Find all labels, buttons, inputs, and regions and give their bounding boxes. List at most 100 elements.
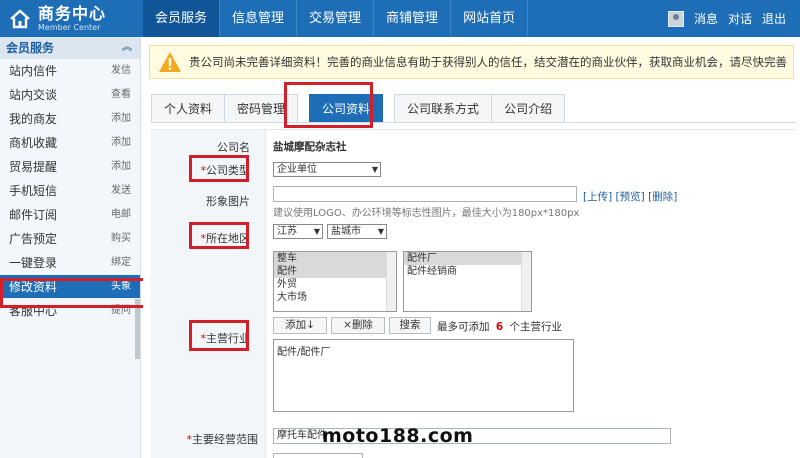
business-scope-value: 摩托车配件 (277, 430, 327, 441)
scrollbar[interactable] (386, 252, 396, 311)
sidebar-item-action[interactable]: 查看 (111, 83, 131, 107)
sidebar-item-label: 邮件订阅 (9, 208, 58, 222)
chevron-up-icon[interactable]: ︽ (122, 37, 132, 59)
sidebar-item-action[interactable]: 电邮 (111, 203, 131, 227)
preview-link[interactable]: [预览] (616, 191, 645, 203)
tab-company-contact[interactable]: 公司联系方式 (394, 94, 493, 122)
sidebar-item-action[interactable]: 绑定 (111, 251, 131, 275)
sidebar-item-trade-alert[interactable]: 贸易提醒 添加 (0, 155, 140, 179)
dropdown-arrow-icon: ▼ (371, 165, 378, 174)
logo[interactable]: 商务中心 Member Center (0, 0, 140, 37)
sidebar-scrollbar[interactable] (135, 299, 140, 359)
nav-info-management[interactable]: 信息管理 (220, 0, 298, 37)
sidebar-item-site-mail[interactable]: 站内信件 发信 (0, 59, 140, 83)
home-icon (10, 8, 30, 28)
next-field-input[interactable] (273, 453, 363, 458)
sidebar-item-action[interactable]: 添加 (111, 131, 131, 155)
notice-text: 贵公司尚未完善详细资料！完善的商业信息有助于获得别人的信任，结交潜在的商业伙伴，… (189, 55, 787, 69)
list-item[interactable]: 配件厂 (404, 252, 531, 265)
sidebar-item-mail-subscribe[interactable]: 邮件订阅 电邮 (0, 203, 140, 227)
sidebar-item-customer-service[interactable]: 客服中心 提问 (0, 299, 140, 323)
search-industry-button[interactable]: 搜索 (389, 317, 431, 334)
tab-personal-info[interactable]: 个人资料 (151, 94, 226, 122)
delete-image-link[interactable]: [删除] (648, 191, 677, 203)
sidebar-item-label: 客服中心 (9, 304, 58, 318)
industry-subcategory-list[interactable]: 配件厂 配件经销商 (403, 251, 532, 312)
sidebar-item-action[interactable]: 头象 (111, 275, 131, 299)
logout-link[interactable]: 退出 (762, 10, 786, 27)
sidebar-header[interactable]: 会员服务 ︽ (0, 37, 140, 59)
tab-company-intro[interactable]: 公司介绍 (491, 94, 566, 122)
max-suffix: 个主营行业 (509, 321, 563, 333)
selected-industry-textarea[interactable]: 配件/配件厂 (273, 339, 574, 412)
sidebar-item-label: 一键登录 (9, 256, 58, 270)
sidebar-item-favorites[interactable]: 商机收藏 添加 (0, 131, 140, 155)
business-scope-label-text: 主要经营范围 (192, 433, 258, 446)
nav-trade-management[interactable]: 交易管理 (297, 0, 375, 37)
company-type-label: *公司类型 (200, 164, 251, 177)
list-item[interactable]: 配件 (274, 265, 396, 278)
industry-label: *主营行业 (200, 332, 251, 345)
sidebar-item-ad-booking[interactable]: 广告预定 购买 (0, 227, 140, 251)
sidebar-item-action[interactable]: 发送 (111, 179, 131, 203)
sidebar-item-my-friends[interactable]: 我的商友 添加 (0, 107, 140, 131)
nav-site-home[interactable]: 网站首页 (451, 0, 529, 37)
sidebar-item-label: 商机收藏 (9, 136, 58, 150)
sidebar: 会员服务 ︽ 站内信件 发信 站内交谈 查看 我的商友 添加 商机收藏 添加 贸易提醒添… (0, 37, 141, 458)
company-info-form: 公司名 盐城摩配杂志社 *公司类型 企业单位 ▼ 形象图片 [上传] [预览] … (151, 129, 796, 458)
sidebar-item-label: 我的商友 (9, 112, 58, 126)
sidebar-item-action[interactable]: 添加 (111, 155, 131, 179)
add-industry-button[interactable]: 添加↓ (273, 317, 327, 334)
tab-password[interactable]: 密码管理 (224, 94, 299, 122)
dropdown-arrow-icon: ▼ (377, 227, 384, 236)
warning-icon (159, 52, 181, 72)
list-item[interactable]: 外贸 (274, 278, 396, 291)
sidebar-item-label: 广告预定 (9, 232, 58, 246)
dropdown-arrow-icon: ▼ (313, 227, 320, 236)
city-select[interactable]: 盐城市 ▼ (327, 224, 387, 239)
region-label-text: 所在地区 (206, 232, 250, 245)
image-label: 形象图片 (206, 195, 250, 208)
industry-category-list[interactable]: 整车 配件 外贸 大市场 (273, 251, 397, 312)
list-item[interactable]: 整车 (274, 252, 396, 265)
company-name-label: 公司名 (217, 141, 250, 154)
nav-member-service[interactable]: 会员服务 (143, 0, 221, 37)
upload-link[interactable]: [上传] (583, 191, 612, 203)
company-type-value: 企业单位 (277, 164, 317, 175)
company-name-value: 盐城摩配杂志社 (273, 141, 347, 153)
business-scope-label: *主要经营范围 (186, 433, 259, 446)
image-path-input[interactable] (273, 186, 577, 202)
industry-label-text: 主营行业 (206, 332, 250, 345)
scrollbar[interactable] (521, 252, 531, 311)
max-count: 6 (495, 321, 504, 333)
sidebar-item-label: 修改资料 (9, 280, 58, 294)
list-item[interactable]: 配件经销商 (404, 265, 531, 278)
label-column (151, 130, 266, 458)
sidebar-item-edit-profile[interactable]: 修改资料 头象 (0, 275, 140, 299)
app-subtitle: Member Center (38, 22, 101, 32)
sidebar-item-sms[interactable]: 手机短信 发送 (0, 179, 140, 203)
province-select[interactable]: 江苏 ▼ (273, 224, 323, 239)
sidebar-item-action[interactable]: 添加 (111, 107, 131, 131)
delete-industry-button[interactable]: ×删除 (331, 317, 385, 334)
main-nav: 会员服务 信息管理 交易管理 商铺管理 网站首页 (143, 0, 529, 37)
selected-industry-value: 配件/配件厂 (277, 347, 331, 358)
tab-company-info[interactable]: 公司资料 (309, 94, 384, 122)
incomplete-profile-notice: 贵公司尚未完善详细资料！完善的商业信息有助于获得别人的信任，结交潜在的商业伙伴，… (149, 45, 794, 79)
sidebar-item-action[interactable]: 购买 (111, 227, 131, 251)
nav-shop-management[interactable]: 商铺管理 (374, 0, 452, 37)
messages-link[interactable]: 消息 (694, 10, 718, 27)
sidebar-item-action[interactable]: 提问 (111, 299, 131, 323)
sidebar-item-one-click-login[interactable]: 一键登录 绑定 (0, 251, 140, 275)
image-hint: 建议使用LOGO、办公环境等标志性图片，最佳大小为180px*180px (273, 208, 580, 219)
image-links: [上传] [预览] [删除] (583, 189, 677, 204)
sidebar-item-action[interactable]: 发信 (111, 59, 131, 83)
region-label: *所在地区 (200, 232, 251, 245)
list-item[interactable]: 大市场 (274, 291, 396, 304)
sidebar-item-label: 手机短信 (9, 184, 58, 198)
chat-link[interactable]: 对话 (728, 10, 752, 27)
company-type-select[interactable]: 企业单位 ▼ (273, 162, 381, 177)
sidebar-item-site-chat[interactable]: 站内交谈 查看 (0, 83, 140, 107)
main-content: 贵公司尚未完善详细资料！完善的商业信息有助于获得别人的信任，结交潜在的商业伙伴，… (143, 37, 800, 458)
avatar[interactable] (667, 10, 684, 27)
